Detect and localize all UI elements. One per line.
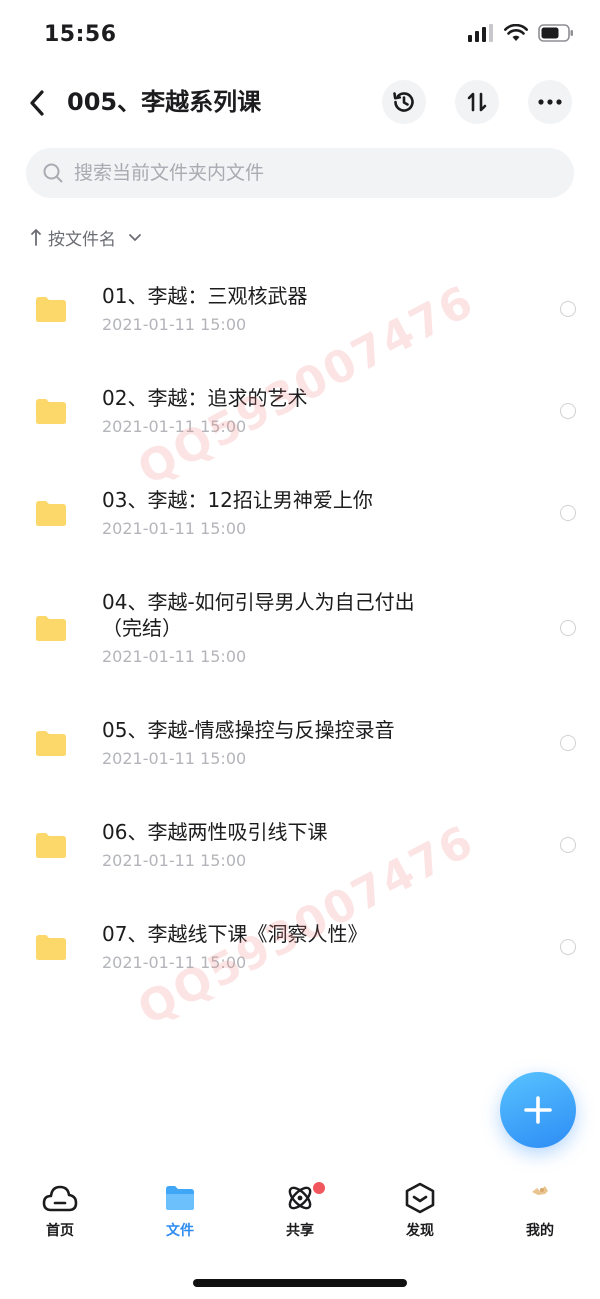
- file-row[interactable]: 03、李越：12招让男神爱上你 2021-01-11 15:00: [0, 462, 600, 564]
- folder-icon: [36, 399, 66, 424]
- more-dots-icon: [538, 99, 562, 105]
- back-button[interactable]: [22, 86, 52, 120]
- select-checkbox[interactable]: [560, 403, 576, 419]
- nav-label: 文件: [166, 1223, 194, 1239]
- sort-label: 按文件名: [48, 229, 116, 250]
- file-name: 02、李越：追求的艺术: [102, 386, 308, 410]
- nav-item-home[interactable]: 首页: [0, 1180, 120, 1250]
- search-input[interactable]: [74, 162, 554, 184]
- nav-item-profile[interactable]: 我的: [480, 1180, 600, 1250]
- file-name: 06、李越两性吸引线下课: [102, 820, 328, 844]
- wifi-icon: [504, 24, 528, 41]
- status-time: 15:56: [44, 22, 117, 47]
- file-row[interactable]: 02、李越：追求的艺术 2021-01-11 15:00: [0, 360, 600, 462]
- status-bar: 15:56: [0, 0, 600, 72]
- bottom-nav: 首页 文件 共享 发现 我的: [0, 1180, 600, 1250]
- cellular-signal-icon: [468, 24, 493, 42]
- nav-label: 发现: [406, 1223, 434, 1239]
- file-browser-screen: 15:56 005、李越系列课 搜索当前文件夹内文件 按文件名 01、李越：三观…: [0, 0, 600, 1299]
- more-button[interactable]: [528, 80, 572, 124]
- file-text: 06、李越两性吸引线下课 2021-01-11 15:00: [102, 819, 502, 871]
- file-name: 04、李越-如何引导男人为自己付出 （完结）: [102, 590, 415, 640]
- folder-icon: [166, 1186, 194, 1210]
- arrow-up-icon: [31, 229, 41, 246]
- file-row[interactable]: 07、李越线下课《洞察人性》 2021-01-11 15:00: [0, 896, 600, 998]
- up-down-arrows-icon: [467, 92, 487, 112]
- select-checkbox[interactable]: [560, 620, 576, 636]
- select-checkbox[interactable]: [560, 505, 576, 521]
- chevron-down-icon: [129, 234, 141, 241]
- file-time: 2021-01-11 15:00: [102, 953, 247, 972]
- folder-icon: [36, 731, 66, 756]
- file-text: 02、李越：追求的艺术 2021-01-11 15:00: [102, 385, 502, 437]
- sort-selector[interactable]: 按文件名: [30, 224, 142, 250]
- nav-item-share[interactable]: 共享: [240, 1180, 360, 1250]
- file-row[interactable]: 01、李越：三观核武器 2021-01-11 15:00: [0, 258, 600, 360]
- file-name: 03、李越：12招让男神爱上你: [102, 488, 373, 512]
- folder-icon: [36, 297, 66, 322]
- file-row[interactable]: 05、李越-情感操控与反操控录音 2021-01-11 15:00: [0, 692, 600, 794]
- plus-icon: [524, 1096, 552, 1124]
- transfer-button[interactable]: [455, 80, 499, 124]
- nav-label: 共享: [286, 1223, 314, 1239]
- home-indicator: [193, 1279, 407, 1287]
- chevron-left-icon: [30, 90, 44, 116]
- battery-icon: [538, 24, 573, 42]
- search-icon: [43, 163, 63, 183]
- add-button[interactable]: [500, 1072, 576, 1148]
- file-text: 04、李越-如何引导男人为自己付出 （完结） 2021-01-11 15:00: [102, 589, 502, 667]
- page-title: 005、李越系列课: [67, 88, 262, 116]
- file-name: 07、李越线下课《洞察人性》: [102, 922, 368, 946]
- header-bar: 005、李越系列课: [0, 72, 600, 134]
- file-time: 2021-01-11 15:00: [102, 851, 247, 870]
- nav-label: 我的: [526, 1223, 554, 1239]
- file-name: 05、李越-情感操控与反操控录音: [102, 718, 395, 742]
- notification-badge: [313, 1182, 325, 1194]
- nav-item-discover[interactable]: 发现: [360, 1180, 480, 1250]
- avatar-icon: [532, 1186, 548, 1195]
- atom-share-icon: [288, 1186, 312, 1210]
- folder-icon: [36, 616, 66, 641]
- folder-icon: [36, 833, 66, 858]
- file-text: 05、李越-情感操控与反操控录音 2021-01-11 15:00: [102, 717, 502, 769]
- history-button[interactable]: [382, 80, 426, 124]
- file-time: 2021-01-11 15:00: [102, 417, 247, 436]
- folder-icon: [36, 501, 66, 526]
- file-time: 2021-01-11 15:00: [102, 315, 247, 334]
- select-checkbox[interactable]: [560, 837, 576, 853]
- file-list: 01、李越：三观核武器 2021-01-11 15:00 02、李越：追求的艺术…: [0, 258, 600, 998]
- select-checkbox[interactable]: [560, 735, 576, 751]
- status-icons: [468, 24, 574, 42]
- nav-label: 首页: [46, 1223, 74, 1239]
- file-time: 2021-01-11 15:00: [102, 647, 247, 666]
- discover-box-icon: [405, 1182, 435, 1214]
- cloud-home-icon: [42, 1185, 78, 1212]
- file-time: 2021-01-11 15:00: [102, 749, 247, 768]
- file-text: 07、李越线下课《洞察人性》 2021-01-11 15:00: [102, 921, 502, 973]
- select-checkbox[interactable]: [560, 939, 576, 955]
- file-row[interactable]: 06、李越两性吸引线下课 2021-01-11 15:00: [0, 794, 600, 896]
- nav-item-files[interactable]: 文件: [120, 1180, 240, 1250]
- search-bar[interactable]: [26, 148, 574, 198]
- file-row[interactable]: 04、李越-如何引导男人为自己付出 （完结） 2021-01-11 15:00: [0, 564, 600, 692]
- file-text: 03、李越：12招让男神爱上你 2021-01-11 15:00: [102, 487, 502, 539]
- file-time: 2021-01-11 15:00: [102, 519, 247, 538]
- folder-icon: [36, 935, 66, 960]
- file-text: 01、李越：三观核武器 2021-01-11 15:00: [102, 283, 502, 335]
- file-name: 01、李越：三观核武器: [102, 284, 308, 308]
- select-checkbox[interactable]: [560, 301, 576, 317]
- history-clock-icon: [393, 92, 414, 112]
